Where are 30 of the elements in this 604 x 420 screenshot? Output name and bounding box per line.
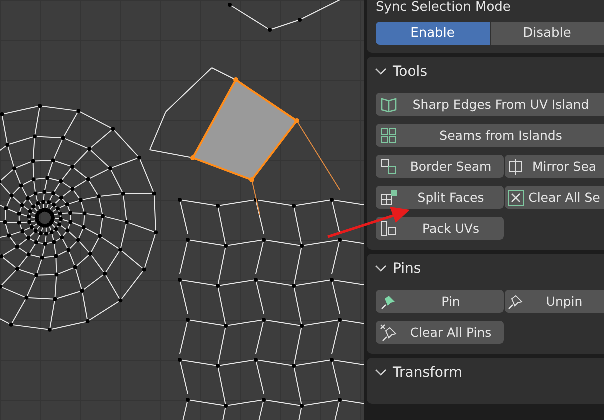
chevron-icon[interactable] — [375, 265, 387, 273]
squares-icon — [380, 158, 398, 176]
tool-button[interactable]: Pack UVs — [376, 217, 504, 240]
grid-icon — [380, 126, 398, 144]
pin-outline-icon — [507, 292, 525, 310]
book-icon — [380, 96, 398, 114]
tool-button[interactable]: Sharp Edges From UV Island — [376, 93, 604, 116]
uv-editor-canvas[interactable] — [0, 0, 364, 420]
split-squares-icon — [380, 188, 398, 206]
sync-mode-option[interactable]: Disable — [490, 22, 604, 45]
tool-button[interactable]: Pin — [376, 290, 504, 313]
rectangles-icon — [380, 220, 398, 238]
panel-title[interactable]: Pins — [393, 261, 422, 277]
panel-title[interactable]: Tools — [393, 64, 428, 80]
pin-cross-icon — [380, 324, 398, 342]
sync-mode-option[interactable]: Enable — [376, 22, 490, 45]
selected-face[interactable] — [190, 78, 300, 182]
tool-button[interactable]: Border Seam — [376, 155, 504, 178]
panel-title[interactable]: Transform — [393, 365, 463, 381]
tool-button[interactable]: Mirror Sea — [505, 155, 604, 178]
sync-selection-label: Sync Selection Mode — [376, 0, 512, 17]
tool-button[interactable]: Seams from Islands — [376, 124, 604, 147]
cross-box-icon — [507, 188, 525, 206]
tool-button[interactable]: Split Faces — [376, 186, 504, 209]
tool-button[interactable]: Clear All Se — [505, 186, 604, 209]
chevron-icon[interactable] — [375, 369, 387, 377]
mirror-icon — [507, 158, 525, 176]
chevron-icon[interactable] — [375, 68, 387, 76]
tool-button[interactable]: Clear All Pins — [376, 321, 504, 344]
tool-button[interactable]: Unpin — [505, 290, 604, 313]
